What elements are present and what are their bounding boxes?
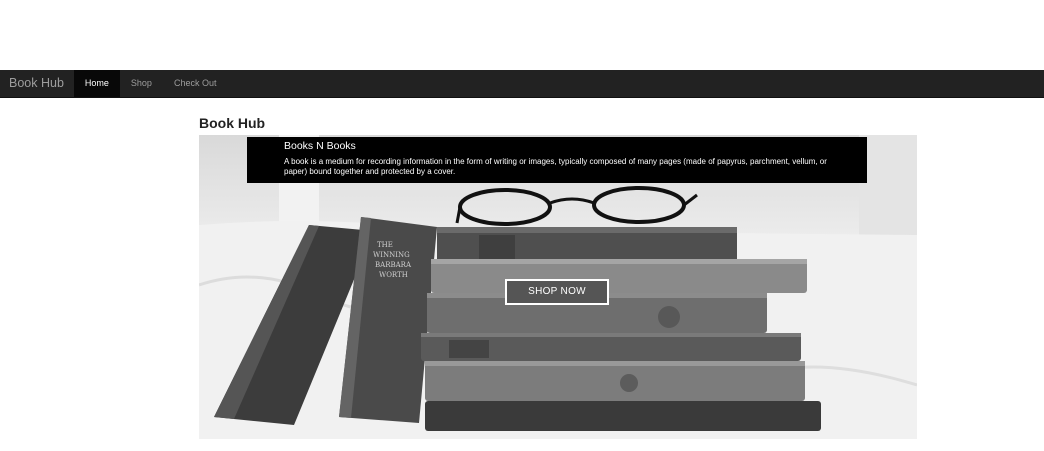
nav-menu: Home Shop Check Out: [73, 70, 228, 97]
caption-text: A book is a medium for recording informa…: [284, 157, 827, 176]
svg-text:WINNING: WINNING: [373, 251, 410, 259]
hero-caption: Books N Books A book is a medium for rec…: [247, 137, 867, 183]
svg-text:WORTH: WORTH: [379, 271, 408, 279]
caption-title: Books N Books: [284, 140, 356, 152]
svg-text:BARBARA: BARBARA: [375, 261, 412, 269]
page-title: Book Hub: [199, 115, 266, 131]
shop-now-button[interactable]: SHOP NOW: [505, 279, 609, 305]
top-navbar: Book Hub Home Shop Check Out: [0, 70, 1044, 98]
navbar-brand[interactable]: Book Hub: [0, 70, 74, 97]
nav-item-shop[interactable]: Shop: [120, 70, 163, 97]
nav-item-home[interactable]: Home: [73, 70, 120, 97]
hero-banner: THE WINNING BARBARA WORTH Books N Books …: [199, 135, 917, 439]
nav-item-check-out[interactable]: Check Out: [163, 70, 228, 97]
svg-text:THE: THE: [377, 241, 393, 249]
